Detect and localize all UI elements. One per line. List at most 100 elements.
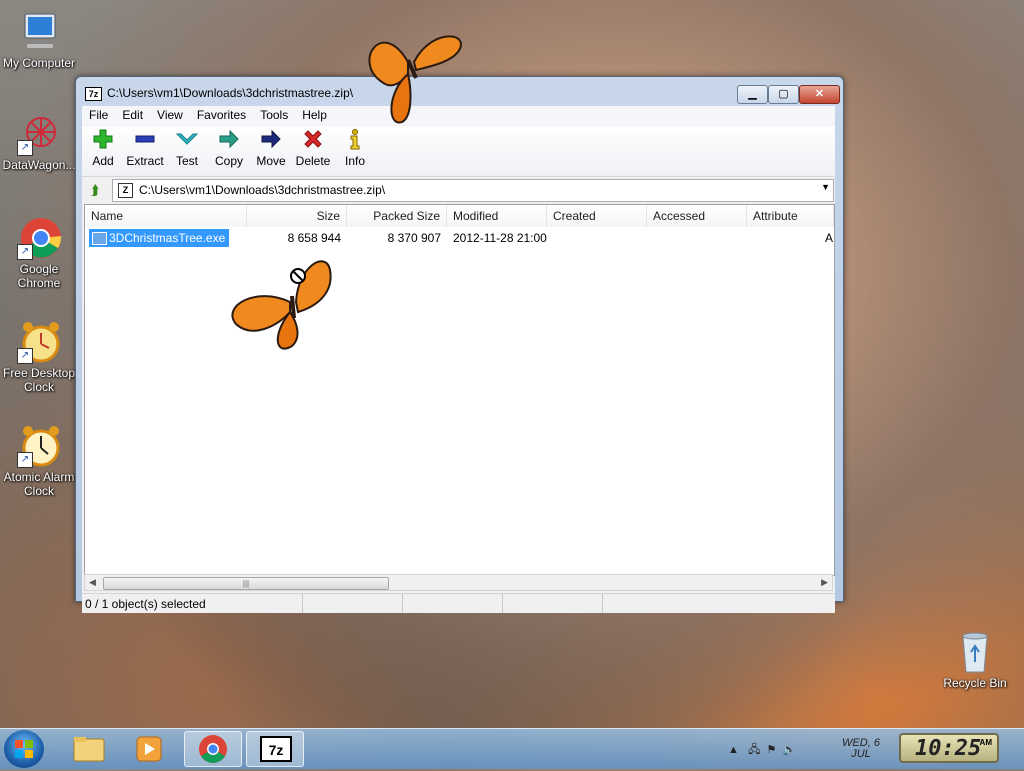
volume-icon[interactable]: 🔈 <box>782 744 796 756</box>
info-button[interactable]: Info <box>334 128 376 174</box>
alarm-clock-icon: ↗ <box>17 424 61 468</box>
column-header-size[interactable]: Size <box>247 205 347 227</box>
file-size: 8 658 944 <box>287 231 341 245</box>
alarm-clock-icon: ↗ <box>17 320 61 364</box>
arrow-right-icon <box>208 128 250 154</box>
menu-favorites[interactable]: Favorites <box>190 106 253 122</box>
horizontal-scrollbar[interactable]: ◀ ||| ▶ <box>84 574 833 591</box>
chrome-icon <box>199 735 227 763</box>
shortcut-arrow-icon: ↗ <box>17 244 33 260</box>
file-attribute: A <box>825 231 834 245</box>
desktop-icon-datawagon[interactable]: ↗ DataWagon... <box>0 112 78 172</box>
info-icon <box>334 128 376 154</box>
chrome-icon: ↗ <box>17 216 61 260</box>
not-allowed-cursor-icon <box>290 268 306 284</box>
delete-button[interactable]: Delete <box>292 128 334 174</box>
maximize-button[interactable]: ▢ <box>768 85 799 104</box>
chevron-down-icon[interactable]: ▼ <box>821 182 830 192</box>
shortcut-arrow-icon: ↗ <box>17 452 33 468</box>
folder-icon <box>73 737 105 762</box>
exe-file-icon <box>92 232 107 245</box>
datawagon-icon: ↗ <box>17 112 61 156</box>
seven-zip-icon: 7z <box>260 736 292 762</box>
menu-tools[interactable]: Tools <box>253 106 295 122</box>
status-selected-count: 0 / 1 object(s) selected <box>85 597 206 611</box>
table-row[interactable]: 3DChristmasTree.exe 8 658 944 8 370 907 … <box>85 229 834 247</box>
menu-help[interactable]: Help <box>295 106 334 122</box>
extract-button[interactable]: Extract <box>124 128 166 174</box>
close-icon: ✕ <box>814 88 825 100</box>
column-header-created[interactable]: Created <box>547 205 647 227</box>
address-text: C:\Users\vm1\Downloads\3dchristmastree.z… <box>139 183 386 197</box>
add-button[interactable]: Add <box>82 128 124 174</box>
archive-icon: Z <box>118 183 133 198</box>
desktop-icon-recycle-bin[interactable]: Recycle Bin <box>936 630 1014 690</box>
file-list[interactable]: Name Size Packed Size Modified Created A… <box>84 204 835 576</box>
file-packed-size: 8 370 907 <box>387 231 441 245</box>
minimize-button[interactable]: ▁ <box>737 85 768 104</box>
column-header-packed-size[interactable]: Packed Size <box>347 205 447 227</box>
file-name-selected[interactable]: 3DChristmasTree.exe <box>89 229 230 247</box>
menu-view[interactable]: View <box>150 106 190 122</box>
taskbar-chrome[interactable] <box>184 731 242 767</box>
test-button[interactable]: Test <box>166 128 208 174</box>
window-client: File Edit View Favorites Tools Help Add Extra… <box>82 106 835 613</box>
action-center-icon[interactable]: ⚑ <box>766 744 776 756</box>
arrow-right-icon <box>250 128 292 154</box>
desktop-icon-label: DataWagon... <box>2 158 76 172</box>
menu-file[interactable]: File <box>82 106 115 122</box>
folder-up-icon: ⮭ <box>90 182 100 198</box>
system-tray: ▲ 🖧 ⚑ 🔈 <box>728 741 796 760</box>
desktop-icon-label: Google Chrome <box>17 262 61 290</box>
windows-logo-icon <box>15 740 33 758</box>
close-button[interactable]: ✕ <box>799 85 840 104</box>
shortcut-arrow-icon: ↗ <box>17 140 33 156</box>
check-icon <box>166 128 208 154</box>
media-player-icon <box>136 736 162 762</box>
status-bar: 0 / 1 object(s) selected <box>82 593 835 613</box>
taskbar: 7z ▲ 🖧 ⚑ 🔈 WED, 6 JUL 10:25 AM <box>0 728 1024 769</box>
window-title: C:\Users\vm1\Downloads\3dchristmastree.z… <box>107 86 354 100</box>
butterfly-icon <box>231 260 332 350</box>
desktop-icon-label: My Computer <box>2 56 76 70</box>
desktop-icon-label: Atomic Alarm Clock <box>3 470 75 498</box>
move-button[interactable]: Move <box>250 128 292 174</box>
copy-button[interactable]: Copy <box>208 128 250 174</box>
computer-icon <box>17 10 61 54</box>
desktop-icon-free-desktop-clock[interactable]: ↗ Free Desktop Clock <box>0 320 78 394</box>
up-folder-button[interactable]: ⮭ <box>85 180 105 200</box>
desktop-icon-label: Recycle Bin <box>943 676 1007 690</box>
recycle-bin-icon <box>953 630 997 674</box>
column-header-modified[interactable]: Modified <box>447 205 547 227</box>
tray-date[interactable]: WED, 6 JUL <box>836 738 886 760</box>
desktop-icon-atomic-alarm-clock[interactable]: ↗ Atomic Alarm Clock <box>0 424 78 498</box>
taskbar-explorer[interactable] <box>60 731 118 767</box>
desktop-icon-google-chrome[interactable]: ↗ Google Chrome <box>0 216 78 290</box>
taskbar-media-player[interactable] <box>120 731 178 767</box>
address-combobox[interactable]: Z C:\Users\vm1\Downloads\3dchristmastree… <box>112 179 834 202</box>
clock-ampm: AM <box>979 738 992 747</box>
clock-time: 10:25 <box>915 736 982 761</box>
taskbar-7zip[interactable]: 7z <box>246 731 304 767</box>
tray-clock[interactable]: 10:25 AM <box>899 733 999 763</box>
maximize-icon: ▢ <box>778 88 789 100</box>
scroll-right-icon[interactable]: ▶ <box>821 577 828 588</box>
scroll-left-icon[interactable]: ◀ <box>89 577 96 588</box>
minimize-icon: ▁ <box>748 88 757 100</box>
column-header-name[interactable]: Name <box>85 205 247 227</box>
butterfly-icon <box>368 35 462 124</box>
start-button[interactable] <box>4 730 44 768</box>
seven-zip-window[interactable]: 7z C:\Users\vm1\Downloads\3dchristmastre… <box>75 76 844 613</box>
show-hidden-icons-icon[interactable]: ▲ <box>728 744 739 756</box>
scrollbar-thumb[interactable]: ||| <box>103 577 389 590</box>
column-header-attribute[interactable]: Attribute <box>747 205 834 227</box>
svg-text:7z: 7z <box>269 742 284 758</box>
desktop-icon-label: Free Desktop Clock <box>2 366 76 394</box>
seven-zip-app-icon: 7z <box>85 87 102 101</box>
column-header-accessed[interactable]: Accessed <box>647 205 747 227</box>
plus-icon <box>82 128 124 154</box>
desktop-icon-my-computer[interactable]: My Computer <box>0 10 78 70</box>
network-icon[interactable]: 🖧 <box>748 744 760 756</box>
menu-edit[interactable]: Edit <box>115 106 150 122</box>
minus-icon <box>124 128 166 154</box>
